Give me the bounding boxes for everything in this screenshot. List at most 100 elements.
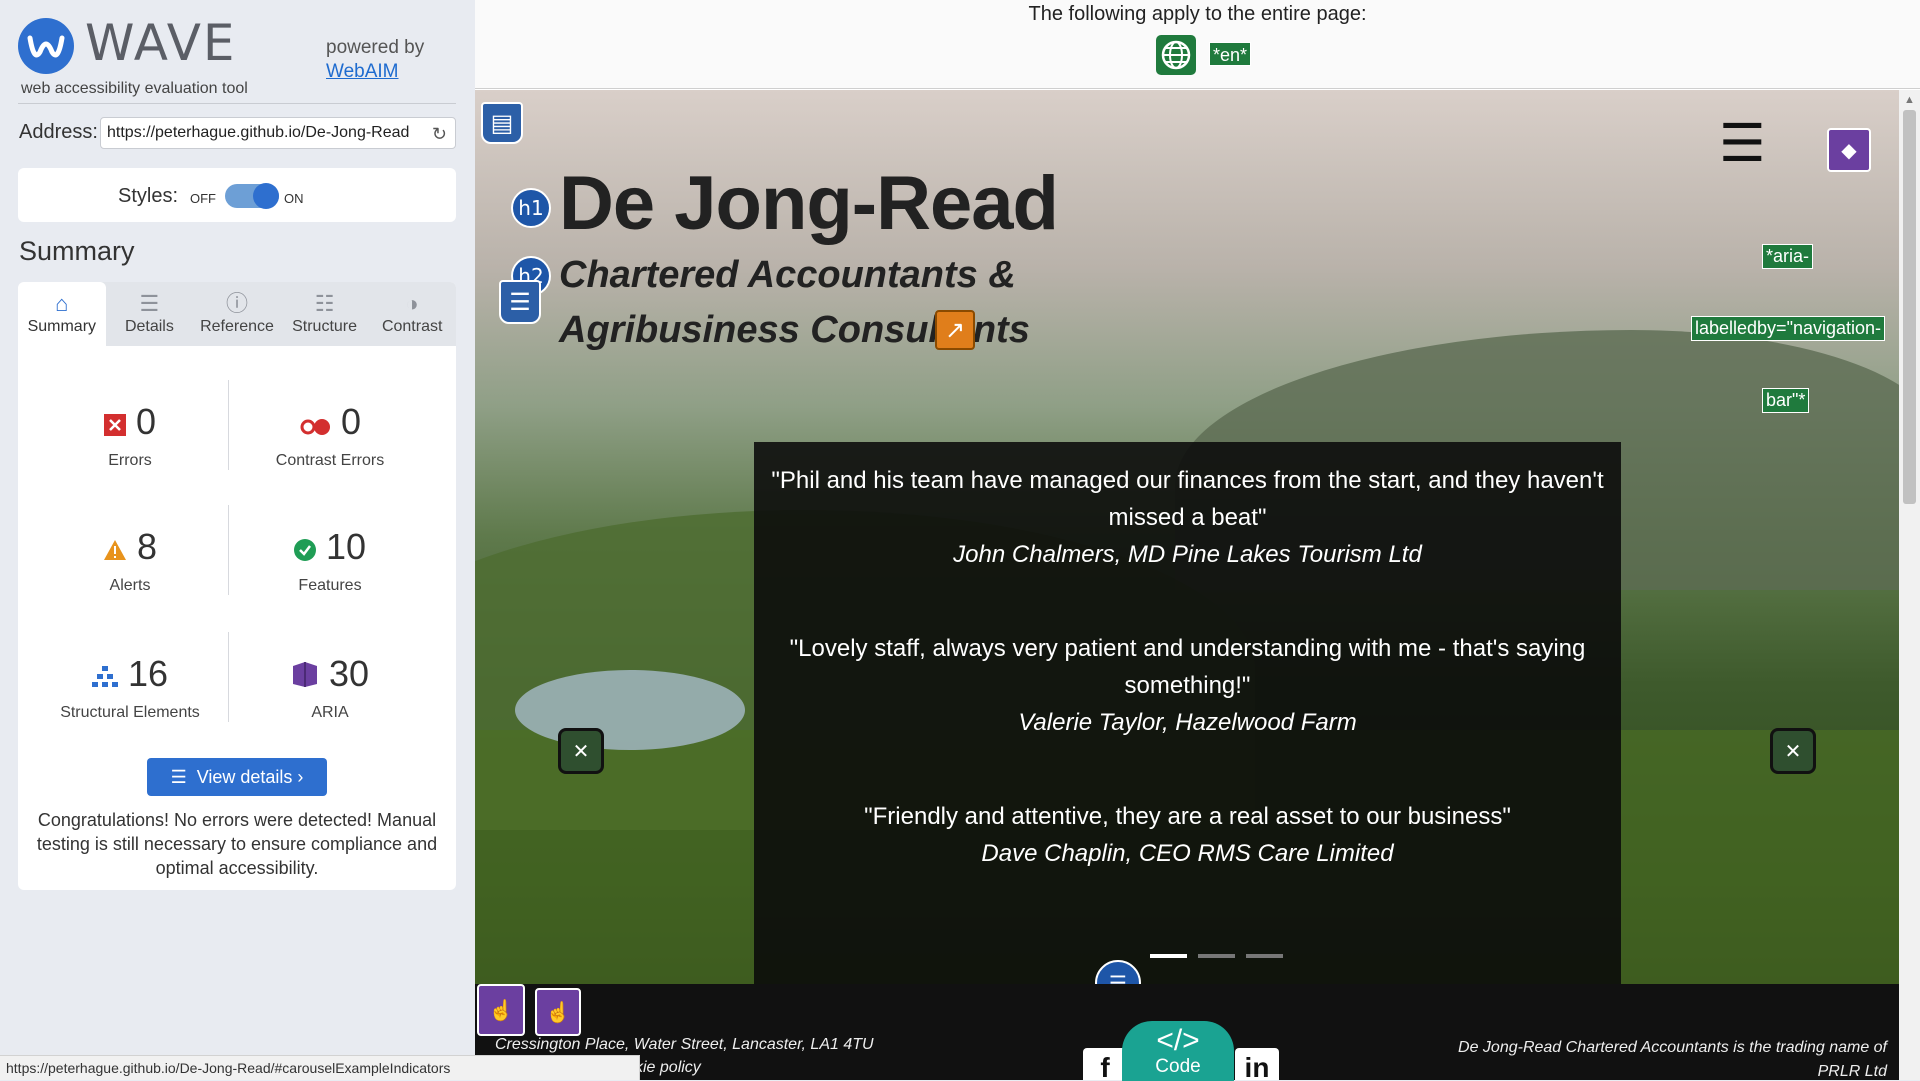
divider <box>228 380 229 470</box>
linkedin-icon[interactable]: in <box>1235 1048 1279 1080</box>
errors-label: Errors <box>108 452 152 470</box>
carousel-indicators <box>1150 954 1283 958</box>
summary-panel: ⌂ Summary ☰ Details ⓘ Reference ☷ Struct… <box>18 282 456 890</box>
structure-icon <box>91 656 118 696</box>
language-badge[interactable]: *en* <box>1209 42 1252 66</box>
view-details-label: View details › <box>196 767 304 787</box>
contrast-errors-count: 0 <box>340 401 362 442</box>
address-field: ↻ <box>100 117 456 149</box>
testimonial-text: "Lovely staff, always very patient and u… <box>789 635 1586 699</box>
styles-off-label: OFF <box>190 191 216 206</box>
styles-toggle-box: Styles: OFF ON <box>18 168 456 222</box>
scroll-up-icon[interactable]: ▲ <box>1904 94 1915 106</box>
error-icon <box>103 404 126 444</box>
stat-contrast-errors[interactable]: 0 Contrast Errors <box>230 402 430 470</box>
tab-reference[interactable]: ⓘ Reference <box>193 282 281 346</box>
carousel-indicator[interactable] <box>1246 954 1283 958</box>
site-title: De Jong-Read <box>559 161 1059 246</box>
tab-contrast[interactable]: ◑ Contrast <box>368 282 456 346</box>
alerts-label: Alerts <box>109 577 151 595</box>
aria-label: ARIA <box>311 704 349 722</box>
carousel-indicator[interactable] <box>1198 954 1235 958</box>
facebook-icon[interactable]: f <box>1083 1048 1127 1080</box>
view-details-button[interactable]: ☰ View details › <box>147 758 327 796</box>
background-lake <box>515 670 745 750</box>
contrast-icon: ◑ <box>405 291 419 316</box>
webaim-link[interactable]: WebAIM <box>326 60 424 84</box>
tab-label: Structure <box>292 318 358 335</box>
powered-by-label: powered by <box>326 37 425 58</box>
stat-alerts[interactable]: 8 Alerts <box>30 527 230 595</box>
tab-label: Contrast <box>381 318 443 335</box>
panel-tabs: ⌂ Summary ☰ Details ⓘ Reference ☷ Struct… <box>18 282 456 346</box>
alert-link-icon[interactable]: ↗ <box>935 310 975 350</box>
list-icon: ☰ <box>170 767 197 787</box>
tab-summary[interactable]: ⌂ Summary <box>18 282 106 346</box>
status-bar-url: https://peterhague.github.io/De-Jong-Rea… <box>0 1055 640 1080</box>
address-input[interactable] <box>107 118 423 148</box>
features-label: Features <box>298 577 362 595</box>
stat-aria[interactable]: 30 ARIA <box>230 654 430 722</box>
aria-icon <box>291 656 319 696</box>
reload-icon[interactable]: ↻ <box>432 124 447 145</box>
tab-structure[interactable]: ☷ Structure <box>281 282 369 346</box>
testimonial: "Friendly and attentive, they are a real… <box>754 798 1621 872</box>
style-icon[interactable]: ☰ <box>499 280 541 324</box>
testimonial-author: Dave Chaplin, CEO RMS Care Limited <box>981 840 1394 867</box>
congrats-message: Congratulations! No errors were detected… <box>36 810 438 878</box>
address-label: Address: <box>19 121 98 143</box>
stat-structure[interactable]: 16 Structural Elements <box>30 654 230 722</box>
tab-label: Summary <box>27 318 97 335</box>
footer-legal: De Jong-Read Chartered Accountants is th… <box>1458 1039 1887 1080</box>
testimonial-author: Valerie Taylor, Hazelwood Farm <box>1018 709 1357 736</box>
styles-toggle[interactable] <box>225 183 279 209</box>
aria-button-icon[interactable]: ☝ <box>535 988 581 1036</box>
stat-features[interactable]: 10 Features <box>230 527 430 595</box>
aria-attribute-label: bar"* <box>1762 388 1810 413</box>
summary-heading: Summary <box>19 236 135 266</box>
styles-on-label: ON <box>284 191 304 206</box>
website-viewport: ▤ h1 De Jong-Read h2 ☰ Chartered Account… <box>475 90 1899 1080</box>
globe-icon[interactable] <box>1156 35 1196 75</box>
info-icon: ⓘ <box>225 291 248 316</box>
structure-icon: ☷ <box>314 291 335 316</box>
divider <box>228 632 229 722</box>
carousel-next-error-icon[interactable]: ✕ <box>1770 728 1816 774</box>
code-view-button[interactable]: </> Code <box>1122 1021 1234 1081</box>
code-icon: </> <box>1156 1024 1200 1057</box>
aria-attribute-label: *aria- <box>1762 244 1814 269</box>
carousel-prev-error-icon[interactable]: ✕ <box>558 728 604 774</box>
contrast-error-icon <box>299 404 331 444</box>
divider <box>228 505 229 595</box>
scrollbar-thumb[interactable] <box>1903 110 1916 504</box>
divider <box>18 103 456 104</box>
footer-address: Cressington Place, Water Street, Lancast… <box>495 1036 874 1053</box>
testimonial-author: John Chalmers, MD Pine Lakes Tourism Ltd <box>953 541 1422 568</box>
alert-icon <box>103 529 127 569</box>
hamburger-menu-icon[interactable]: ☰ <box>1719 118 1766 170</box>
aria-count: 30 <box>328 653 370 694</box>
testimonial: "Phil and his team have managed our fina… <box>754 462 1621 573</box>
aria-button-icon[interactable]: ☝ <box>477 984 525 1036</box>
wave-logo-text: WAVE <box>85 14 237 72</box>
contrast-errors-label: Contrast Errors <box>275 452 385 470</box>
cookie-policy-link[interactable]: kie policy <box>635 1059 701 1077</box>
carousel-indicator[interactable] <box>1150 954 1187 958</box>
page-preview: The following apply to the entire page: … <box>475 0 1920 1081</box>
heading-h1-icon[interactable]: h1 <box>511 188 551 228</box>
wave-tagline: web accessibility evaluation tool <box>21 80 248 97</box>
testimonial-text: "Phil and his team have managed our fina… <box>771 467 1604 531</box>
feature-icon <box>293 529 316 569</box>
testimonial-carousel: "Phil and his team have managed our fina… <box>754 442 1621 984</box>
aria-attribute-label: labelledby="navigation- <box>1691 316 1886 341</box>
list-icon: ☰ <box>139 291 160 316</box>
aria-tag-icon[interactable]: ◆ <box>1827 128 1871 172</box>
stat-errors[interactable]: 0 Errors <box>30 402 230 470</box>
toggle-knob <box>253 183 279 209</box>
tab-details[interactable]: ☰ Details <box>106 282 194 346</box>
errors-count: 0 <box>135 401 157 442</box>
tab-label: Details <box>124 318 174 335</box>
style-icon[interactable]: ▤ <box>481 102 523 144</box>
page-scrollbar[interactable]: ▲ <box>1899 90 1920 1080</box>
styles-label: Styles: <box>118 185 179 207</box>
